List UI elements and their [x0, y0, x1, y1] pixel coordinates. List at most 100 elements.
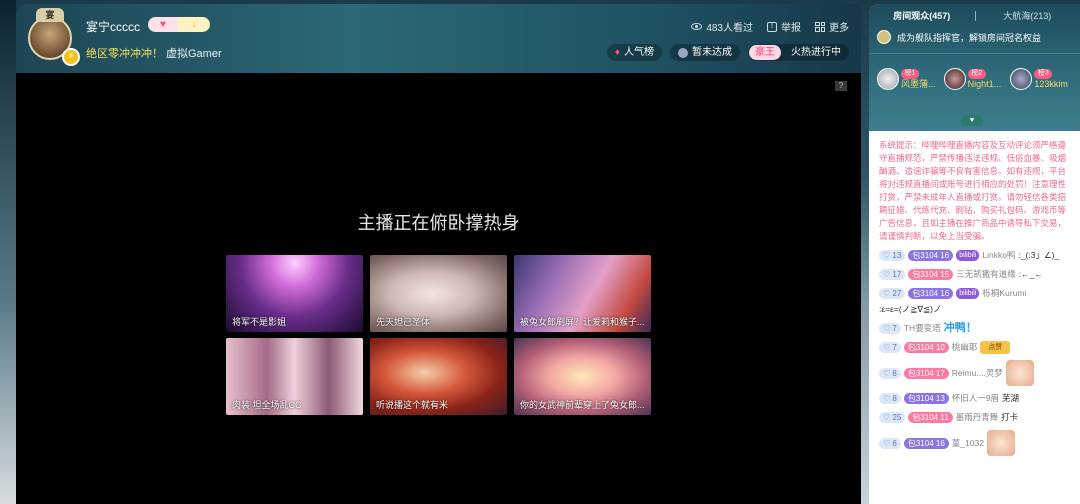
- fan-medal[interactable]: 包3104 17: [903, 367, 949, 379]
- follow-tag-icon[interactable]: ↓: [178, 17, 210, 32]
- recommend-card[interactable]: 听说播这个就有米: [370, 338, 507, 415]
- top-user-2[interactable]: 榜2 Night1...: [943, 68, 1011, 90]
- hot-event-button[interactable]: 豪王 火热进行中: [748, 44, 849, 61]
- fan-medal[interactable]: 包3104 16: [903, 437, 949, 449]
- chat-text: :_(:3」∠)_: [1018, 250, 1060, 260]
- chat-username[interactable]: 栎桐Kurumi: [982, 287, 1026, 300]
- chat-list[interactable]: 系统提示：哔哩哔哩直播内容及互动评论须严格遵守直播规范，严禁传播违法违规、低俗血…: [869, 131, 1080, 504]
- live-player: 宴 ⚡ 宴宁ccccc ♥ ↓ 绝区零冲冲冲！ 虚拟Gamer 483人看过 !…: [16, 4, 861, 504]
- anchor-avatar-frame[interactable]: 宴 ⚡: [22, 8, 80, 70]
- top-user-3[interactable]: 榜3 123kkim: [1010, 68, 1077, 90]
- card-title: 肉装 坦全场乱CC: [232, 400, 302, 410]
- recommend-card[interactable]: 先天妲己圣体: [370, 255, 507, 332]
- recommend-grid: 将军不是影姐 先天妲己圣体 被兔女郎刷屏？让爱莉和猴子... 肉装 坦全场乱CC…: [226, 255, 651, 415]
- rank-badge: 榜3: [1034, 68, 1053, 79]
- chat-username[interactable]: 怀旧人一9眉: [952, 392, 999, 405]
- card-title: 先天妲己圣体: [376, 317, 431, 327]
- system-notice: 系统提示：哔哩哔哩直播内容及互动评论须严格遵守直播规范，严禁传播违法违规、低俗血…: [879, 140, 1067, 241]
- emote-sticker: 点赞: [980, 341, 1011, 354]
- king-badge: 豪王: [749, 45, 781, 60]
- warning-icon: !: [767, 21, 777, 32]
- chat-sidebar: 房间观众(457) 大航海(213) 成为舰队指挥官，解锁房间冠名权益 榜1 风…: [869, 4, 1080, 504]
- user-level-badge: ♡ 25: [879, 412, 906, 423]
- card-title: 被兔女郎刷屏？让爱莉和猴子...: [520, 317, 645, 327]
- help-icon[interactable]: ?: [835, 81, 847, 91]
- fan-medal[interactable]: 包3104 11: [908, 412, 953, 423]
- chat-text: :ε=ε=(ノ≧∇≦)ノ: [879, 304, 942, 314]
- heart-tag-icon[interactable]: ♥: [148, 17, 178, 32]
- recommend-card[interactable]: 肉装 坦全场乱CC: [226, 338, 363, 415]
- user-level-badge: ♡ 6: [879, 437, 901, 449]
- tab-fleet[interactable]: 大航海(213): [975, 8, 1080, 24]
- chat-message: ♡ 8 包3104 13 怀旧人一9眉 芜湖: [879, 392, 1074, 405]
- top-user-1[interactable]: 榜1 风墨蒲...: [877, 68, 944, 90]
- user-level-badge: ♡ 7: [879, 323, 901, 334]
- header-actions: 483人看过 ! 举报 更多: [691, 19, 849, 34]
- report-button[interactable]: ! 举报: [767, 19, 801, 34]
- top-user-name: Night1...: [967, 78, 1002, 89]
- stage-title: 主播正在俯卧撑热身: [357, 213, 520, 233]
- audience-panel: 房间观众(457) 大航海(213) 成为舰队指挥官，解锁房间冠名权益 榜1 风…: [869, 4, 1080, 131]
- chat-username[interactable]: TH要变塔: [904, 322, 941, 335]
- chat-message: ♡ 27 包3104 16 bilibili 栎桐Kurumi :ε=ε=(ノ≧…: [879, 287, 1074, 316]
- fan-medal[interactable]: 包3104 13: [903, 393, 949, 404]
- chat-username[interactable]: Linkko鸭: [982, 249, 1015, 262]
- chat-message: ♡ 7 包3104 10 桃幽耶 点赞: [879, 341, 1074, 354]
- recommend-card[interactable]: 将军不是影姐: [226, 255, 363, 332]
- chat-username[interactable]: 桃幽耶: [952, 341, 978, 354]
- popularity-rank-button[interactable]: ♦ 人气榜: [606, 44, 662, 61]
- lightning-badge-icon: ⚡: [62, 48, 80, 66]
- emote-sticker: 冲鸭！: [943, 322, 977, 334]
- grid-icon: [815, 21, 825, 32]
- guard-banner[interactable]: 成为舰队指挥官，解锁房间冠名权益: [877, 28, 1077, 46]
- crown-icon: 宴: [36, 8, 64, 22]
- recommend-card[interactable]: 被兔女郎刷屏？让爱莉和猴子...: [514, 255, 651, 332]
- chat-message: ♡ 7 TH要变塔 冲鸭！: [879, 322, 1074, 335]
- tab-audience[interactable]: 房间观众(457): [869, 8, 975, 24]
- video-stage[interactable]: ? 主播正在俯卧撑热身 将军不是影姐 先天妲己圣体 被兔女郎刷屏？让爱莉和猴子.…: [16, 73, 861, 504]
- flame-icon: ♦: [614, 47, 620, 58]
- avatar[interactable]: [943, 68, 966, 90]
- fan-medal[interactable]: 包3104 15: [908, 269, 954, 280]
- chat-username[interactable]: Reimu....灵梦: [952, 367, 1003, 380]
- chat-message: ♡ 13 包3104 16 bilibili Linkko鸭 :_(:3」∠)_: [879, 249, 1074, 262]
- card-title: 你的女武神前辈穿上了兔女郎...: [520, 400, 645, 410]
- goal-icon: [678, 47, 688, 58]
- chat-username[interactable]: 菫_1032: [952, 437, 984, 450]
- fan-medal[interactable]: 包3104 16: [908, 250, 954, 261]
- divider: [869, 53, 1080, 54]
- user-level-badge: ♡ 27: [879, 288, 906, 299]
- card-title: 听说播这个就有米: [376, 400, 449, 410]
- top-user-name: 123kkim: [1034, 78, 1068, 89]
- header-badges: ♦ 人气榜 暂未达成 豪王 火热进行中: [606, 44, 849, 61]
- avatar[interactable]: [877, 68, 899, 90]
- anchor-name[interactable]: 宴宁ccccc: [86, 18, 140, 35]
- goal-button[interactable]: 暂未达成: [670, 44, 740, 61]
- rank-badge: 榜2: [967, 68, 986, 79]
- more-button[interactable]: 更多: [815, 19, 849, 34]
- chat-message: ♡ 8 包3104 17 Reimu....灵梦: [879, 360, 1074, 386]
- recommend-card[interactable]: 你的女武神前辈穿上了兔女郎...: [514, 338, 651, 415]
- chat-message: ♡ 17 包3104 15 三无凯撒有道缘 :←_←: [879, 268, 1074, 281]
- fan-medal[interactable]: 包3104 16: [908, 288, 954, 299]
- top-user-name: 风墨蒲...: [901, 78, 936, 89]
- chevron-down-icon[interactable]: ▼: [961, 115, 983, 126]
- avatar[interactable]: [1010, 68, 1033, 90]
- chat-username[interactable]: 墨雨丹青舞: [956, 411, 999, 424]
- bilibili-badge: bilibili: [956, 250, 980, 261]
- card-title: 将军不是影姐: [232, 317, 287, 327]
- anchor-slogan: 绝区零冲冲冲！: [86, 48, 163, 60]
- top-contributors: 榜1 风墨蒲... 榜2 Night1... 榜3 123kkim: [877, 68, 1077, 90]
- emote-sticker: [1005, 360, 1034, 386]
- room-category[interactable]: 虚拟Gamer: [166, 45, 222, 61]
- fan-medal[interactable]: 包3104 10: [903, 342, 949, 353]
- user-level-badge: ♡ 7: [879, 342, 901, 353]
- chat-message: ♡ 6 包3104 16 菫_1032: [879, 430, 1074, 456]
- page-background: [0, 0, 16, 504]
- chat-text: 打卡: [1001, 412, 1019, 422]
- chat-username[interactable]: 三无凯撒有道缘: [956, 268, 1016, 281]
- ship-icon: [877, 30, 891, 44]
- rank-badge: 榜1: [901, 68, 919, 79]
- chat-message: ♡ 25 包3104 11 墨雨丹青舞 打卡: [879, 411, 1074, 424]
- room-header: 宴 ⚡ 宴宁ccccc ♥ ↓ 绝区零冲冲冲！ 虚拟Gamer 483人看过 !…: [16, 4, 861, 73]
